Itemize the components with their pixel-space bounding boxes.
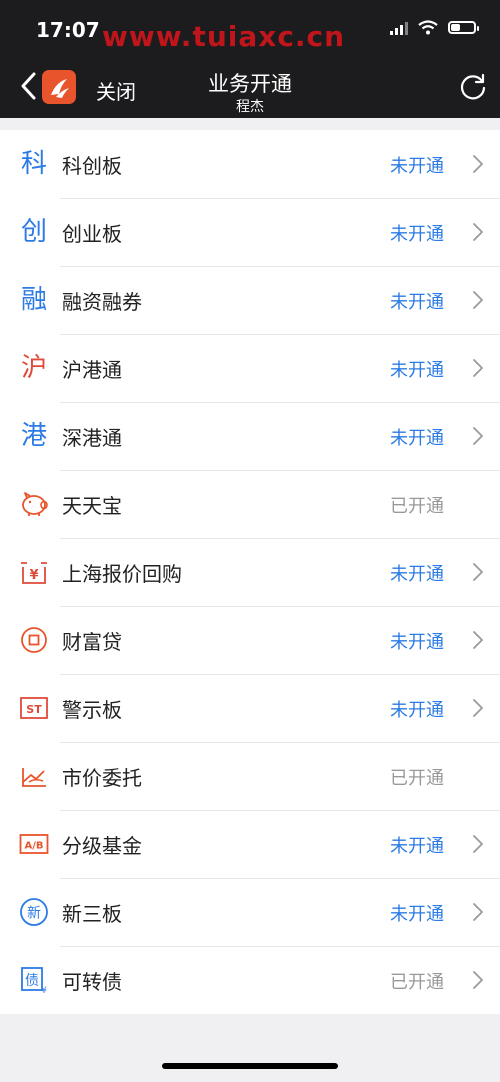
item-status: 未开通 [390, 292, 444, 313]
item-status: 已开通 [390, 496, 444, 517]
item-label: 融资融券 [62, 290, 142, 314]
coin-icon [18, 624, 50, 656]
wifi-icon [418, 20, 438, 35]
item-label: 分级基金 [62, 834, 142, 858]
item-label: 天天宝 [62, 494, 122, 518]
shenzhen-connect-icon: 港 [18, 420, 50, 452]
icon-glyph: 创 [20, 217, 47, 247]
repo-yen-icon: ¥ [18, 556, 50, 588]
list-item[interactable]: 新 新三板 未开通 [0, 878, 500, 946]
chevron-right-icon [473, 563, 483, 581]
list-item[interactable]: A/B 分级基金 未开通 [0, 810, 500, 878]
piggy-bank-icon [18, 488, 50, 520]
list-item[interactable]: ST 警示板 未开通 [0, 674, 500, 742]
item-status: 未开通 [390, 224, 444, 245]
item-label: 可转债 [62, 970, 122, 994]
list-item[interactable]: 债 ¥ 可转债 已开通 [0, 946, 500, 1014]
list-item[interactable]: ¥ 上海报价回购 未开通 [0, 538, 500, 606]
kechuang-icon: 科 [18, 148, 50, 180]
chevron-right-icon [473, 835, 483, 853]
battery-icon [448, 21, 479, 34]
signal-icon [390, 21, 408, 35]
chevron-right-icon [473, 291, 483, 309]
list-item[interactable]: 天天宝 已开通 [0, 470, 500, 538]
list-item[interactable]: 港深港通 未开通 [0, 402, 500, 470]
list-item[interactable]: 市价委托 已开通 [0, 742, 500, 810]
chevron-right-icon [473, 903, 483, 921]
list-item[interactable]: 沪沪港通 未开通 [0, 334, 500, 402]
watermark: www.tuiaxc.cn [102, 20, 346, 53]
chevron-right-icon [473, 223, 483, 241]
item-status: 未开通 [390, 700, 444, 721]
item-status: 已开通 [390, 768, 444, 789]
neeq-icon: 新 [18, 896, 50, 928]
item-status: 未开通 [390, 360, 444, 381]
service-list: 科科创板 未开通创创业板 未开通融融资融券 未开通沪沪港通 未开通港深港通 未开通 天天宝已… [0, 130, 500, 1014]
item-status: 未开通 [390, 156, 444, 177]
chevron-right-icon [473, 699, 483, 717]
item-label: 创业板 [62, 222, 122, 246]
shanghai-connect-icon: 沪 [18, 352, 50, 384]
list-item[interactable]: 财富贷 未开通 [0, 606, 500, 674]
chevron-right-icon [473, 155, 483, 173]
item-label: 深港通 [62, 426, 122, 450]
list-item[interactable]: 创创业板 未开通 [0, 198, 500, 266]
chevron-right-icon [473, 971, 483, 989]
item-status: 未开通 [390, 836, 444, 857]
item-label: 上海报价回购 [62, 562, 182, 586]
svg-text:¥: ¥ [29, 568, 38, 583]
market-order-icon [18, 760, 50, 792]
nav-bar: 关闭 业务开通 程杰 [0, 62, 500, 118]
home-indicator[interactable] [162, 1063, 338, 1069]
chevron-right-icon [473, 631, 483, 649]
svg-text:A/B: A/B [24, 841, 43, 852]
page-subtitle: 程杰 [236, 99, 264, 115]
item-status: 未开通 [390, 632, 444, 653]
status-icons [390, 20, 479, 35]
convertible-bond-icon: 债 ¥ [18, 964, 50, 996]
item-status: 未开通 [390, 904, 444, 925]
list-item[interactable]: 科科创板 未开通 [0, 130, 500, 198]
svg-text:ST: ST [26, 703, 42, 716]
graded-fund-icon: A/B [18, 828, 50, 860]
refresh-icon[interactable] [458, 72, 488, 102]
list-item[interactable]: 融融资融券 未开通 [0, 266, 500, 334]
icon-glyph: 沪 [20, 353, 47, 383]
item-label: 科创板 [62, 154, 122, 178]
chevron-right-icon [473, 427, 483, 445]
item-label: 新三板 [62, 902, 122, 926]
svg-text:债: 债 [25, 973, 39, 989]
item-label: 沪港通 [62, 358, 122, 382]
item-label: 市价委托 [62, 766, 142, 790]
svg-text:新: 新 [27, 906, 41, 922]
top-bar: 17:07 www.tuiaxc.cn 关闭 业务开通 程杰 [0, 0, 500, 118]
svg-text:¥: ¥ [41, 986, 47, 995]
item-label: 警示板 [62, 698, 122, 722]
item-status: 已开通 [390, 972, 444, 993]
item-label: 财富贷 [62, 630, 122, 654]
icon-glyph: 科 [20, 149, 47, 179]
chuangye-icon: 创 [18, 216, 50, 248]
st-warning-icon: ST [18, 692, 50, 724]
icon-glyph: 融 [20, 285, 47, 315]
item-status: 未开通 [390, 428, 444, 449]
status-time: 17:07 [36, 18, 100, 42]
chevron-right-icon [473, 359, 483, 377]
icon-glyph: 港 [20, 421, 47, 451]
margin-trading-icon: 融 [18, 284, 50, 316]
page-title: 业务开通 [208, 72, 292, 96]
item-status: 未开通 [390, 564, 444, 585]
